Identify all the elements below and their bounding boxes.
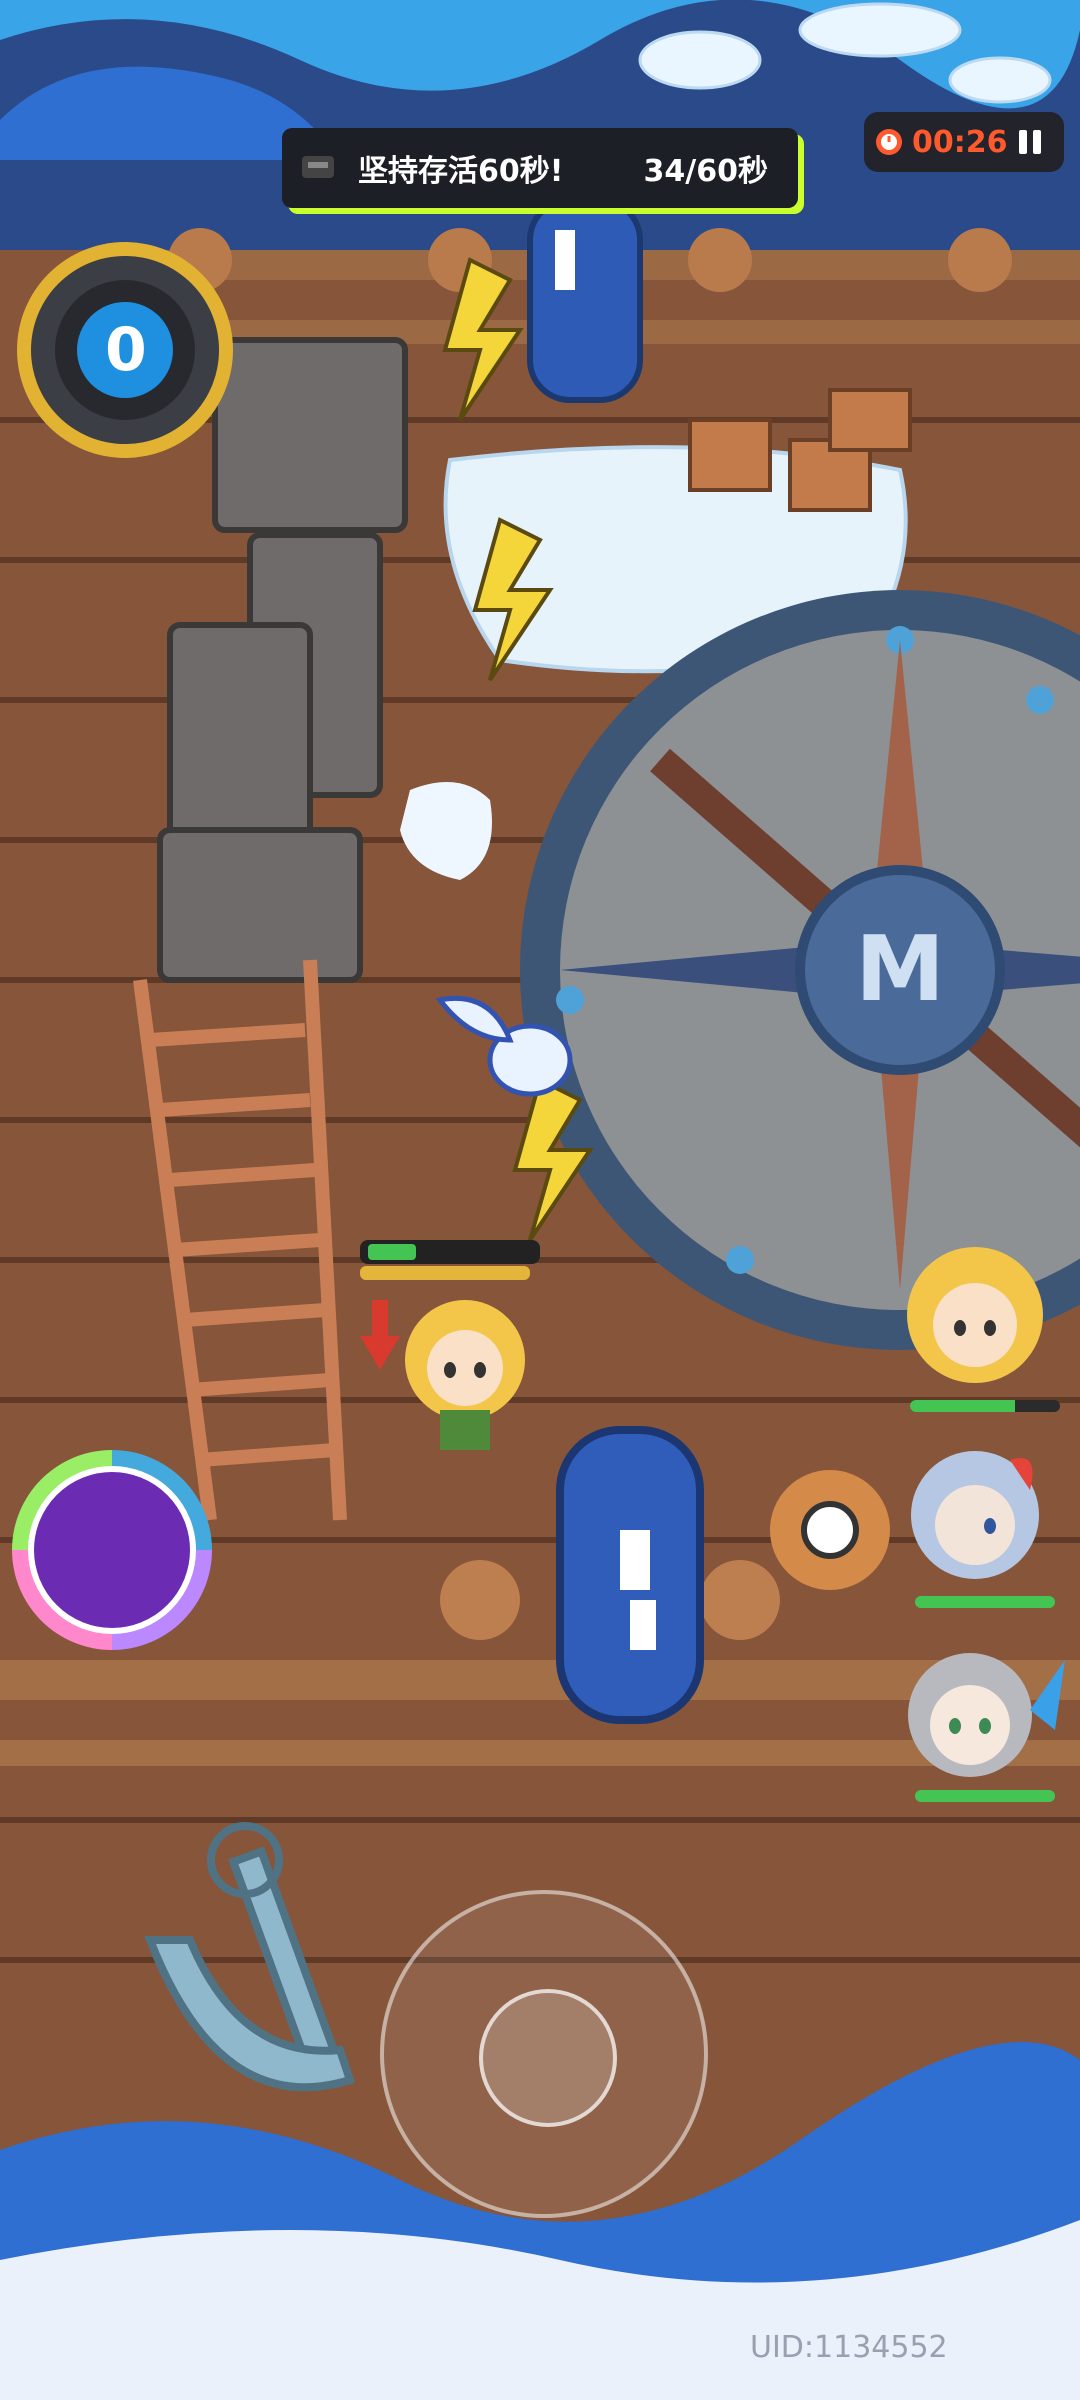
ultimate-skill-button[interactable]	[12, 1450, 212, 1650]
grey-hero-portrait-icon	[908, 1653, 1065, 1777]
silver-hero-portrait-icon	[911, 1451, 1039, 1579]
clock-icon	[876, 129, 902, 155]
combo-value: 0	[105, 315, 147, 385]
party-member-1-hp	[910, 1400, 1060, 1412]
blonde-hero-portrait-icon	[907, 1247, 1043, 1383]
party-member-1[interactable]	[890, 1240, 1060, 1420]
trophy-icon	[302, 156, 334, 178]
timer-value: 00:26	[912, 124, 1008, 160]
svg-text:M: M	[855, 917, 945, 1022]
party-member-2-hp	[915, 1596, 1055, 1608]
player-direction-arrow-icon	[360, 1300, 400, 1370]
virtual-joystick[interactable]	[380, 1890, 708, 2218]
objective-banner: 坚持存活60秒! 34/60秒	[282, 128, 798, 208]
pause-icon	[1019, 130, 1041, 154]
skill-icon	[28, 1466, 196, 1634]
party-member-3[interactable]	[880, 1640, 1070, 1810]
pause-button[interactable]	[1010, 122, 1050, 162]
uid-label: UID:1134552	[750, 2330, 948, 2365]
player-shield-bar	[360, 1266, 530, 1280]
player-character	[390, 1290, 540, 1460]
party-member-2[interactable]	[890, 1440, 1060, 1610]
party-member-3-hp	[915, 1790, 1055, 1802]
combo-gauge: 0	[10, 235, 240, 465]
objective-progress: 34/60秒	[643, 154, 768, 189]
player-energy-bar	[360, 1240, 540, 1264]
joystick-knob[interactable]	[479, 1989, 617, 2127]
objective-text: 坚持存活60秒!	[358, 154, 564, 189]
player-hp-fill	[368, 1244, 416, 1260]
